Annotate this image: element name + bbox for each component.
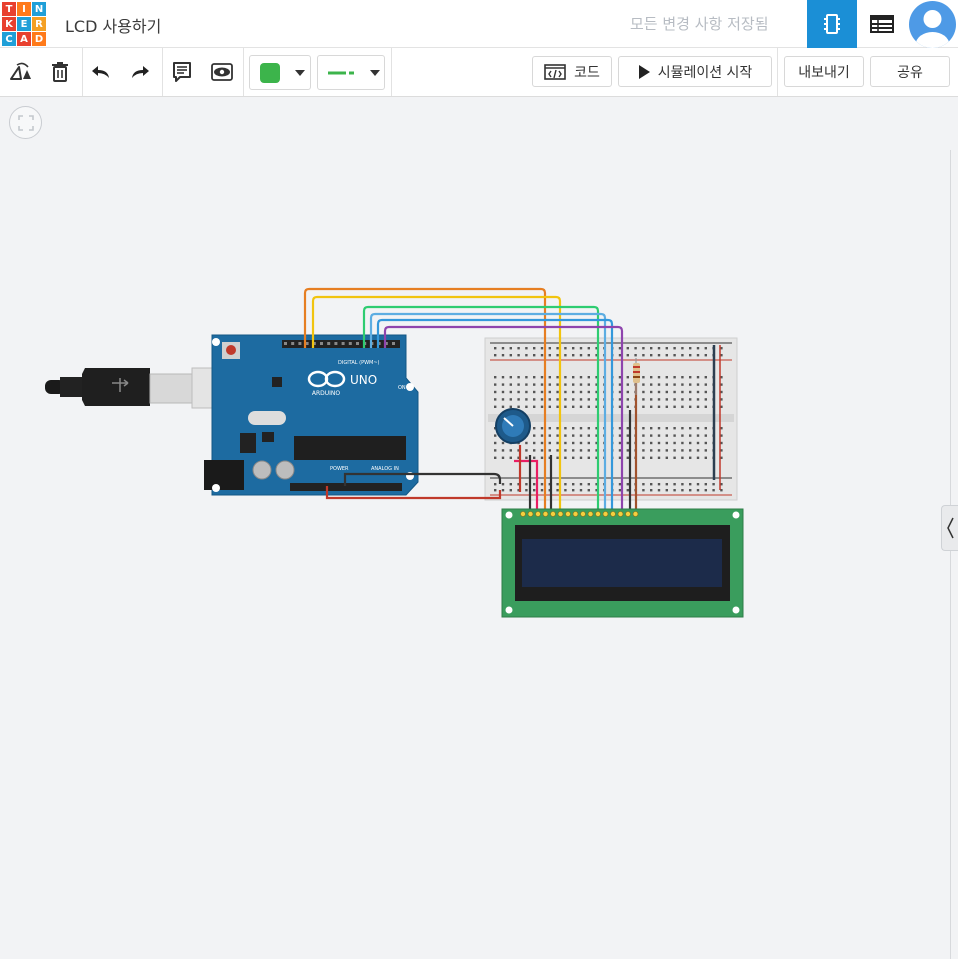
component-list-button[interactable] (857, 0, 907, 48)
chevron-down-icon (370, 70, 380, 76)
share-button[interactable]: 공유 (870, 56, 950, 87)
editor-toolbar: 코드 시뮬레이션 시작 내보내기 공유 (0, 48, 958, 97)
logo-letter: I (17, 2, 31, 16)
panel-divider (950, 150, 951, 959)
user-avatar[interactable] (909, 1, 956, 48)
share-button-label: 공유 (897, 64, 923, 81)
rotate-icon (10, 62, 31, 80)
notes-button[interactable] (167, 58, 197, 86)
user-icon (915, 10, 950, 48)
undo-icon (92, 66, 109, 78)
brand-text: ARDUINO (312, 390, 341, 397)
wire-color-dropdown[interactable] (249, 55, 311, 90)
code-button[interactable]: 코드 (532, 56, 612, 87)
toggle-notes-visibility-button[interactable] (207, 58, 237, 86)
export-button[interactable]: 내보내기 (784, 56, 864, 87)
logo-letter: R (32, 17, 46, 31)
start-simulation-button[interactable]: 시뮬레이션 시작 (618, 56, 772, 87)
logo-letter: T (2, 2, 16, 16)
logo-letter: N (32, 2, 46, 16)
redo-button[interactable] (125, 58, 155, 86)
potentiometer[interactable] (495, 408, 531, 444)
export-button-label: 내보내기 (798, 64, 850, 81)
reset-button[interactable] (226, 345, 236, 355)
wire-type-dropdown[interactable] (317, 55, 385, 90)
lcd-16x2[interactable] (501, 508, 744, 618)
save-status: 모든 변경 사항 저장됨 (630, 15, 769, 33)
undo-button[interactable] (86, 58, 116, 86)
rotate-button[interactable] (6, 58, 36, 86)
redo-icon (132, 66, 149, 78)
model-text: UNO (350, 373, 377, 387)
logo-letter: C (2, 32, 16, 46)
code-icon (544, 63, 566, 80)
logo-letter: A (17, 32, 31, 46)
on-label: ON (398, 385, 406, 391)
circuit-canvas[interactable]: ARDUINO UNO DIGITAL (PWM~) POWER ANALOG … (0, 97, 940, 959)
start-simulation-label: 시뮬레이션 시작 (657, 64, 753, 81)
expand-panel-handle[interactable] (941, 505, 958, 551)
tinkercad-logo[interactable]: TIN KER CAD (2, 2, 46, 46)
chip-icon (824, 14, 840, 34)
trash-icon (52, 62, 68, 82)
chevron-left-icon (947, 517, 954, 539)
power-pins-label: POWER (330, 466, 349, 472)
note-icon (173, 62, 191, 82)
wire-color-swatch (260, 63, 280, 83)
logo-letter: E (17, 17, 31, 31)
logo-letter: K (2, 17, 16, 31)
chevron-down-icon (295, 70, 305, 76)
table-icon (870, 15, 894, 33)
wire-type-icon (328, 71, 354, 75)
digital-pins-label: DIGITAL (PWM~) (338, 360, 380, 366)
analog-pins-label: ANALOG IN (371, 466, 399, 472)
project-title[interactable]: LCD 사용하기 (65, 13, 161, 37)
app-header: TIN KER CAD LCD 사용하기 모든 변경 사항 저장됨 (0, 0, 958, 48)
code-button-label: 코드 (574, 64, 600, 81)
logo-letter: D (32, 32, 46, 46)
arduino-uno-board[interactable]: ARDUINO UNO DIGITAL (PWM~) POWER ANALOG … (204, 334, 419, 496)
components-view-button[interactable] (807, 0, 857, 48)
play-icon (638, 64, 650, 79)
lcd-screen (522, 539, 722, 587)
eye-icon (211, 63, 233, 81)
delete-button[interactable] (45, 58, 75, 86)
